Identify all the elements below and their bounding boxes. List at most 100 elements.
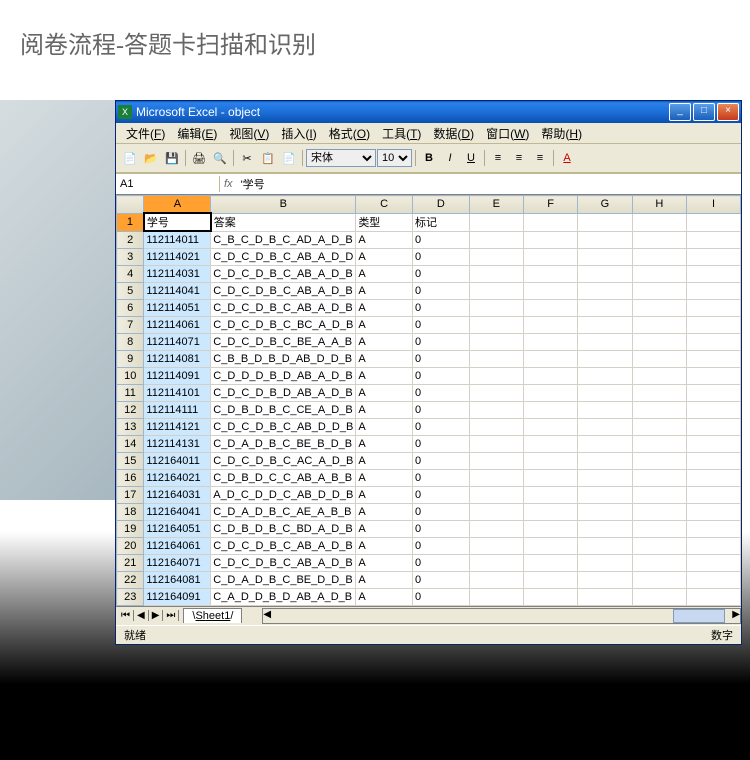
cell-B18[interactable]: C_D_A_D_B_C_AE_A_B_B — [211, 503, 356, 520]
cell-C5[interactable]: A — [356, 282, 413, 299]
col-header-E[interactable]: E — [469, 196, 523, 214]
cell-D21[interactable]: 0 — [412, 554, 469, 571]
row-header-18[interactable]: 18 — [117, 503, 144, 520]
cell-I7[interactable] — [687, 316, 741, 333]
cell-F19[interactable] — [523, 520, 577, 537]
col-header-C[interactable]: C — [356, 196, 413, 214]
cell-E8[interactable] — [469, 333, 523, 350]
cell-B5[interactable]: C_D_C_D_B_C_AB_A_D_B — [211, 282, 356, 299]
cell-D9[interactable]: 0 — [412, 350, 469, 367]
cell-E23[interactable] — [469, 588, 523, 605]
cell-E19[interactable] — [469, 520, 523, 537]
cell-G21[interactable] — [578, 554, 632, 571]
cell-I13[interactable] — [687, 418, 741, 435]
row-header-20[interactable]: 20 — [117, 537, 144, 554]
tab-first-icon[interactable]: ⏮ — [118, 610, 134, 621]
cell-B11[interactable]: C_D_C_D_B_D_AB_A_D_B — [211, 384, 356, 401]
cell-A8[interactable]: 112114071 — [144, 333, 211, 350]
align-right-icon[interactable]: ≡ — [530, 148, 550, 168]
cell-B6[interactable]: C_D_C_D_B_C_AB_A_D_B — [211, 299, 356, 316]
row-header-4[interactable]: 4 — [117, 265, 144, 282]
cell-D1[interactable]: 标记 — [412, 213, 469, 231]
cell-B9[interactable]: C_B_B_D_B_D_AB_D_D_B — [211, 350, 356, 367]
cell-F2[interactable] — [523, 231, 577, 248]
cell-F5[interactable] — [523, 282, 577, 299]
row-header-6[interactable]: 6 — [117, 299, 144, 316]
cell-H18[interactable] — [632, 503, 686, 520]
cell-G11[interactable] — [578, 384, 632, 401]
cell-D16[interactable]: 0 — [412, 469, 469, 486]
scrollbar-thumb[interactable] — [673, 609, 725, 623]
cell-F11[interactable] — [523, 384, 577, 401]
cell-G4[interactable] — [578, 265, 632, 282]
cell-C11[interactable]: A — [356, 384, 413, 401]
cell-E14[interactable] — [469, 435, 523, 452]
cell-I9[interactable] — [687, 350, 741, 367]
cell-H21[interactable] — [632, 554, 686, 571]
cell-D6[interactable]: 0 — [412, 299, 469, 316]
cell-H10[interactable] — [632, 367, 686, 384]
cell-F16[interactable] — [523, 469, 577, 486]
cell-H15[interactable] — [632, 452, 686, 469]
cell-B12[interactable]: C_D_B_D_B_C_CE_A_D_B — [211, 401, 356, 418]
cell-H5[interactable] — [632, 282, 686, 299]
maximize-button[interactable]: □ — [693, 103, 715, 121]
underline-icon[interactable]: U — [461, 148, 481, 168]
cell-I17[interactable] — [687, 486, 741, 503]
cell-C7[interactable]: A — [356, 316, 413, 333]
cell-C23[interactable]: A — [356, 588, 413, 605]
cell-E13[interactable] — [469, 418, 523, 435]
cell-H11[interactable] — [632, 384, 686, 401]
cell-D10[interactable]: 0 — [412, 367, 469, 384]
cell-A18[interactable]: 112164041 — [144, 503, 211, 520]
cell-G5[interactable] — [578, 282, 632, 299]
cell-G18[interactable] — [578, 503, 632, 520]
row-header-17[interactable]: 17 — [117, 486, 144, 503]
cell-G14[interactable] — [578, 435, 632, 452]
cell-E18[interactable] — [469, 503, 523, 520]
cell-I8[interactable] — [687, 333, 741, 350]
cell-D2[interactable]: 0 — [412, 231, 469, 248]
cell-H12[interactable] — [632, 401, 686, 418]
cell-C3[interactable]: A — [356, 248, 413, 265]
cell-D22[interactable]: 0 — [412, 571, 469, 588]
cell-C2[interactable]: A — [356, 231, 413, 248]
cell-G20[interactable] — [578, 537, 632, 554]
cell-H8[interactable] — [632, 333, 686, 350]
cell-F4[interactable] — [523, 265, 577, 282]
cell-B23[interactable]: C_A_D_D_B_D_AB_A_D_B — [211, 588, 356, 605]
cell-F23[interactable] — [523, 588, 577, 605]
cell-A7[interactable]: 112114061 — [144, 316, 211, 333]
cell-E2[interactable] — [469, 231, 523, 248]
cell-D14[interactable]: 0 — [412, 435, 469, 452]
menu-d[interactable]: 数据(D) — [427, 123, 480, 144]
cell-G16[interactable] — [578, 469, 632, 486]
cell-A22[interactable]: 112164081 — [144, 571, 211, 588]
cell-C22[interactable]: A — [356, 571, 413, 588]
cell-H9[interactable] — [632, 350, 686, 367]
row-header-7[interactable]: 7 — [117, 316, 144, 333]
cell-G1[interactable] — [578, 213, 632, 231]
cell-A12[interactable]: 112114111 — [144, 401, 211, 418]
cell-D19[interactable]: 0 — [412, 520, 469, 537]
cell-C19[interactable]: A — [356, 520, 413, 537]
col-header-F[interactable]: F — [523, 196, 577, 214]
cell-B22[interactable]: C_D_A_D_B_C_BE_D_D_B — [211, 571, 356, 588]
cell-F1[interactable] — [523, 213, 577, 231]
cell-G19[interactable] — [578, 520, 632, 537]
cell-C4[interactable]: A — [356, 265, 413, 282]
cell-H7[interactable] — [632, 316, 686, 333]
cell-F9[interactable] — [523, 350, 577, 367]
cell-C1[interactable]: 类型 — [356, 213, 413, 231]
cell-G15[interactable] — [578, 452, 632, 469]
cell-G13[interactable] — [578, 418, 632, 435]
horizontal-scrollbar[interactable]: ◀ ▶ — [262, 608, 741, 624]
cell-H19[interactable] — [632, 520, 686, 537]
cell-F21[interactable] — [523, 554, 577, 571]
menu-v[interactable]: 视图(V) — [223, 123, 275, 144]
cell-B13[interactable]: C_D_C_D_B_C_AB_D_D_B — [211, 418, 356, 435]
close-button[interactable]: × — [717, 103, 739, 121]
cell-G22[interactable] — [578, 571, 632, 588]
cut-icon[interactable]: ✂ — [237, 148, 257, 168]
cell-C8[interactable]: A — [356, 333, 413, 350]
